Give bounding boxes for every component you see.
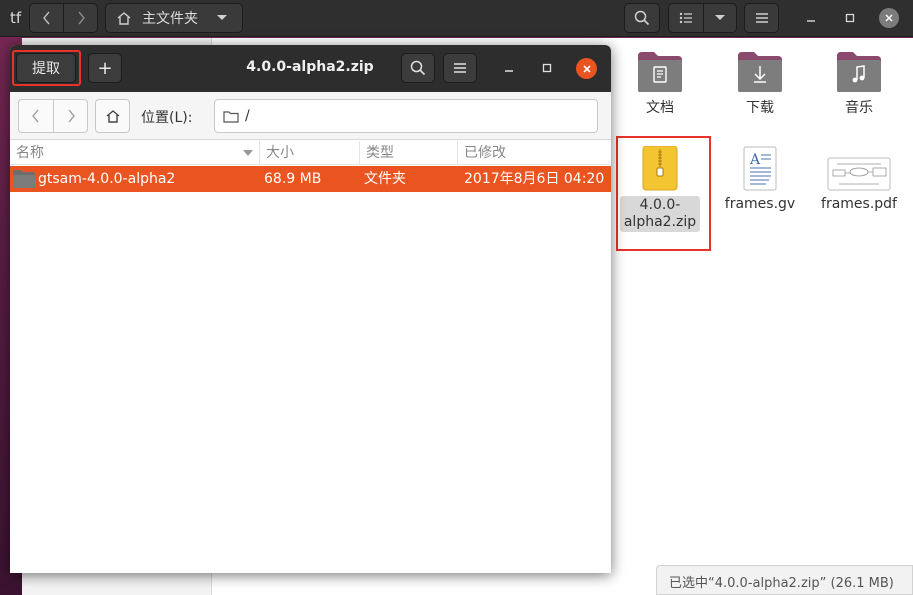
chevron-right-icon	[68, 109, 75, 123]
maximize-icon	[845, 13, 855, 23]
archive-header-bar: 提取 + 4.0.0-alpha2.zip	[10, 45, 611, 92]
forward-button[interactable]	[63, 3, 98, 33]
file-item-documents[interactable]: 文档	[612, 50, 708, 117]
location-path: /	[245, 108, 250, 124]
view-options-button[interactable]	[703, 3, 737, 33]
file-label: frames.gv	[724, 196, 796, 212]
minimize-button[interactable]	[801, 8, 821, 28]
chevron-left-icon	[32, 109, 39, 123]
menu-button[interactable]	[744, 3, 779, 33]
minimize-button[interactable]	[499, 58, 519, 78]
maximize-button[interactable]	[537, 58, 557, 78]
archive-manager-window: 提取 + 4.0.0-alpha2.zip 位置(L): / 名称 大小 类型 …	[10, 45, 611, 573]
column-type[interactable]: 类型	[360, 141, 458, 165]
column-name-label: 名称	[16, 145, 44, 161]
list-view-icon	[679, 12, 692, 24]
file-label: 下载	[746, 100, 774, 116]
chevron-left-icon	[42, 11, 50, 25]
column-type-label: 类型	[366, 145, 394, 161]
chevron-down-icon	[217, 15, 227, 20]
close-icon	[885, 14, 893, 22]
file-label: frames.pdf	[821, 196, 897, 212]
close-button[interactable]	[576, 58, 597, 79]
extract-button[interactable]: 提取	[16, 53, 76, 83]
minimize-icon	[505, 70, 513, 72]
text-document-icon: A	[736, 146, 784, 191]
search-icon	[410, 60, 426, 76]
view-list-button[interactable]	[668, 3, 704, 33]
row-modified: 2017年8月6日 04:20	[464, 171, 605, 187]
folder-music-icon	[835, 50, 883, 94]
forward-button[interactable]	[53, 99, 88, 133]
menu-button[interactable]	[443, 53, 477, 83]
column-size[interactable]: 大小	[260, 141, 360, 165]
pdf-document-icon	[827, 146, 891, 191]
chevron-down-icon	[715, 15, 725, 20]
file-label: 文档	[646, 100, 674, 116]
file-label: 音乐	[845, 100, 873, 116]
maximize-button[interactable]	[840, 8, 860, 28]
back-button[interactable]	[18, 99, 54, 133]
path-label: 主文件夹	[142, 11, 198, 27]
home-icon	[117, 11, 131, 25]
home-button[interactable]	[95, 99, 130, 133]
close-icon	[582, 64, 591, 73]
column-modified[interactable]: 已修改	[458, 141, 611, 165]
file-item-music[interactable]: 音乐	[811, 50, 907, 117]
zip-highlight-box	[616, 136, 711, 251]
window-title: 4.0.0-alpha2.zip	[246, 59, 374, 75]
location-field[interactable]: /	[214, 99, 598, 133]
file-item-frames-pdf[interactable]: frames.pdf	[811, 146, 907, 213]
folder-icon	[13, 170, 35, 188]
file-list: gtsam-4.0.0-alpha2 68.9 MB 文件夹 2017年8月6日…	[10, 166, 611, 573]
home-icon	[106, 109, 119, 123]
status-bar: 已选中“4.0.0-alpha2.zip” (26.1 MB)	[656, 565, 913, 595]
close-button[interactable]	[879, 8, 899, 28]
row-size: 68.9 MB	[264, 171, 322, 187]
column-size-label: 大小	[266, 145, 294, 161]
path-home-button[interactable]: 主文件夹	[105, 3, 243, 33]
column-modified-label: 已修改	[464, 145, 506, 161]
file-item-downloads[interactable]: 下载	[712, 50, 808, 117]
hamburger-icon	[755, 13, 768, 23]
column-name[interactable]: 名称	[10, 141, 260, 165]
app-title: tf	[10, 9, 22, 27]
minimize-icon	[807, 20, 815, 22]
file-item-frames-gv[interactable]: A frames.gv	[712, 146, 808, 213]
location-bar: 位置(L): /	[10, 92, 611, 140]
row-type: 文件夹	[364, 171, 406, 187]
hamburger-icon	[454, 63, 466, 73]
files-header-bar: tf 主文件夹	[0, 0, 913, 37]
maximize-icon	[542, 63, 552, 73]
search-button[interactable]	[401, 53, 435, 83]
back-button[interactable]	[29, 3, 64, 33]
table-row[interactable]: gtsam-4.0.0-alpha2 68.9 MB 文件夹 2017年8月6日…	[10, 166, 611, 192]
row-name: gtsam-4.0.0-alpha2	[38, 171, 176, 187]
folder-download-icon	[736, 50, 784, 94]
folder-documents-icon	[636, 50, 684, 94]
search-icon	[634, 10, 650, 26]
location-label: 位置(L):	[141, 110, 193, 126]
column-header: 名称 大小 类型 已修改	[10, 141, 611, 165]
folder-icon	[223, 110, 239, 123]
sort-down-icon	[243, 150, 253, 156]
add-files-button[interactable]: +	[88, 53, 122, 83]
svg-text:A: A	[749, 152, 761, 168]
search-button[interactable]	[624, 3, 660, 33]
chevron-right-icon	[77, 11, 85, 25]
